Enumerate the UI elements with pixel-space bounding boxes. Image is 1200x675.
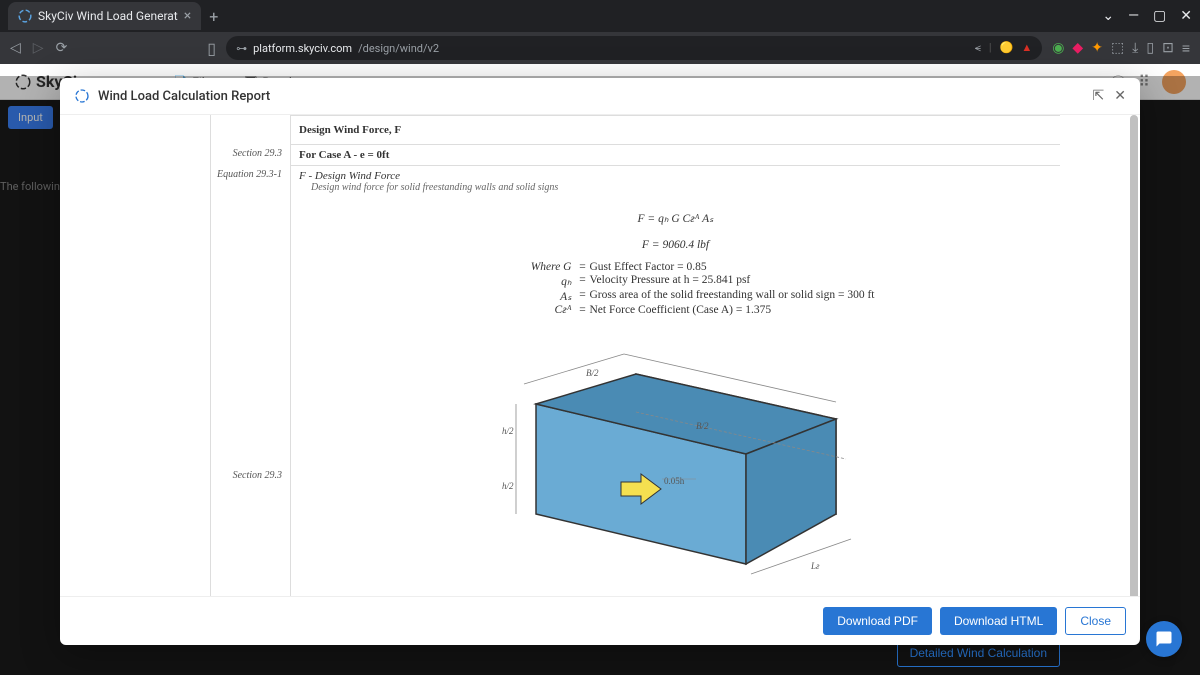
back-icon[interactable]: ◁ xyxy=(10,40,21,56)
logo-icon xyxy=(74,88,90,104)
share-icon[interactable]: ⪪ xyxy=(975,41,981,55)
chevron-down-icon[interactable]: ⌄ xyxy=(1102,8,1114,24)
f-label: F - Design Wind Force xyxy=(299,170,1052,182)
minimize-icon[interactable]: — xyxy=(1128,8,1139,24)
ext-2-icon[interactable]: ◆ xyxy=(1072,40,1083,57)
popout-icon[interactable]: ⇱ xyxy=(1093,88,1105,104)
ext-6-icon[interactable]: ▯ xyxy=(1146,40,1154,57)
ext-4-icon[interactable]: ⬚ xyxy=(1111,40,1124,57)
modal-close-icon[interactable]: ✕ xyxy=(1114,88,1126,104)
scrollbar-thumb[interactable] xyxy=(1130,115,1138,596)
section-ref-2: Section 29.3 xyxy=(211,330,291,596)
figure-3: B/2 B/2 h/2 h/2 Lғ xyxy=(299,344,1052,596)
f-description: Design wind force for solid freestanding… xyxy=(299,182,1052,193)
tab-close-icon[interactable]: × xyxy=(184,8,191,24)
extension-icons: ◉ ◆ ✦ ⬚ ⤓ ▯ ⊡ ≡ xyxy=(1052,40,1190,57)
browser-tab[interactable]: SkyCiv Wind Load Generat × xyxy=(8,2,201,30)
reload-icon[interactable]: ⟳ xyxy=(56,40,68,56)
svg-text:h/2: h/2 xyxy=(502,426,514,436)
ext-warn-icon[interactable]: ▲ xyxy=(1021,41,1032,55)
close-window-icon[interactable]: ✕ xyxy=(1180,8,1192,24)
tab-title: SkyCiv Wind Load Generat xyxy=(38,9,178,23)
modal-footer: Download PDF Download HTML Close xyxy=(60,596,1140,645)
download-pdf-button[interactable]: Download PDF xyxy=(823,607,932,635)
section-ref: Section 29.3 xyxy=(211,144,291,165)
forward-icon[interactable]: ▷ xyxy=(33,40,44,56)
chat-bubble-icon[interactable] xyxy=(1146,621,1182,657)
skyciv-favicon xyxy=(18,9,32,23)
svg-text:0.05h: 0.05h xyxy=(664,476,685,486)
bookmark-icon[interactable]: ▯ xyxy=(207,39,216,58)
browser-tab-bar: SkyCiv Wind Load Generat × + ⌄ — ▢ ✕ xyxy=(0,0,1200,32)
report-content: Design Wind Force, F Section 29.3 For Ca… xyxy=(210,115,1060,596)
ext-5-icon[interactable]: ⤓ xyxy=(1132,40,1138,57)
where-block: Where G=Gust Effect Factor = 0.85 qₕ=Vel… xyxy=(416,261,936,316)
svg-text:Lғ: Lғ xyxy=(810,561,820,571)
case-a-heading: For Case A - e = 0ft xyxy=(291,144,1060,165)
close-button[interactable]: Close xyxy=(1065,607,1126,635)
ext-1-icon[interactable]: ◉ xyxy=(1052,40,1064,57)
new-tab-icon[interactable]: + xyxy=(209,7,218,26)
maximize-icon[interactable]: ▢ xyxy=(1153,8,1166,24)
formula-2: F = 9060.4 lbf xyxy=(299,239,1052,251)
nav-controls: ◁ ▷ ⟳ xyxy=(10,40,67,56)
window-controls: ⌄ — ▢ ✕ xyxy=(1102,8,1192,24)
url-domain: platform.skyciv.com xyxy=(253,42,352,55)
svg-text:B/2: B/2 xyxy=(696,421,709,431)
url-path: /design/wind/v2 xyxy=(358,42,439,55)
svg-text:h/2: h/2 xyxy=(502,481,514,491)
report-modal: Wind Load Calculation Report ⇱ ✕ Design … xyxy=(60,78,1140,645)
formula-1: F = qₕ G Cғᴬ Aₛ xyxy=(299,211,1052,225)
menu-icon[interactable]: ≡ xyxy=(1182,40,1190,57)
modal-title: Wind Load Calculation Report xyxy=(98,89,270,104)
report-heading: Design Wind Force, F xyxy=(291,115,1060,144)
svg-text:B/2: B/2 xyxy=(586,368,599,378)
ext-7-icon[interactable]: ⊡ xyxy=(1162,40,1174,57)
scrollbar[interactable] xyxy=(1128,115,1138,596)
modal-body[interactable]: Design Wind Force, F Section 29.3 For Ca… xyxy=(60,115,1140,596)
site-info-icon[interactable]: ⊶ xyxy=(236,42,247,55)
equation-ref: Equation 29.3-1 xyxy=(211,165,291,197)
url-bar: ◁ ▷ ⟳ ▯ ⊶ platform.skyciv.com/design/win… xyxy=(0,32,1200,64)
ext-3-icon[interactable]: ✦ xyxy=(1091,40,1103,57)
ext-badge-icon[interactable]: 🟡 xyxy=(1000,41,1014,55)
url-input[interactable]: ⊶ platform.skyciv.com/design/wind/v2 ⪪ |… xyxy=(226,36,1042,60)
formula-block: F = qₕ G Cғᴬ Aₛ F = 9060.4 lbf xyxy=(299,211,1052,251)
download-html-button[interactable]: Download HTML xyxy=(940,607,1057,635)
modal-header: Wind Load Calculation Report ⇱ ✕ xyxy=(60,78,1140,115)
